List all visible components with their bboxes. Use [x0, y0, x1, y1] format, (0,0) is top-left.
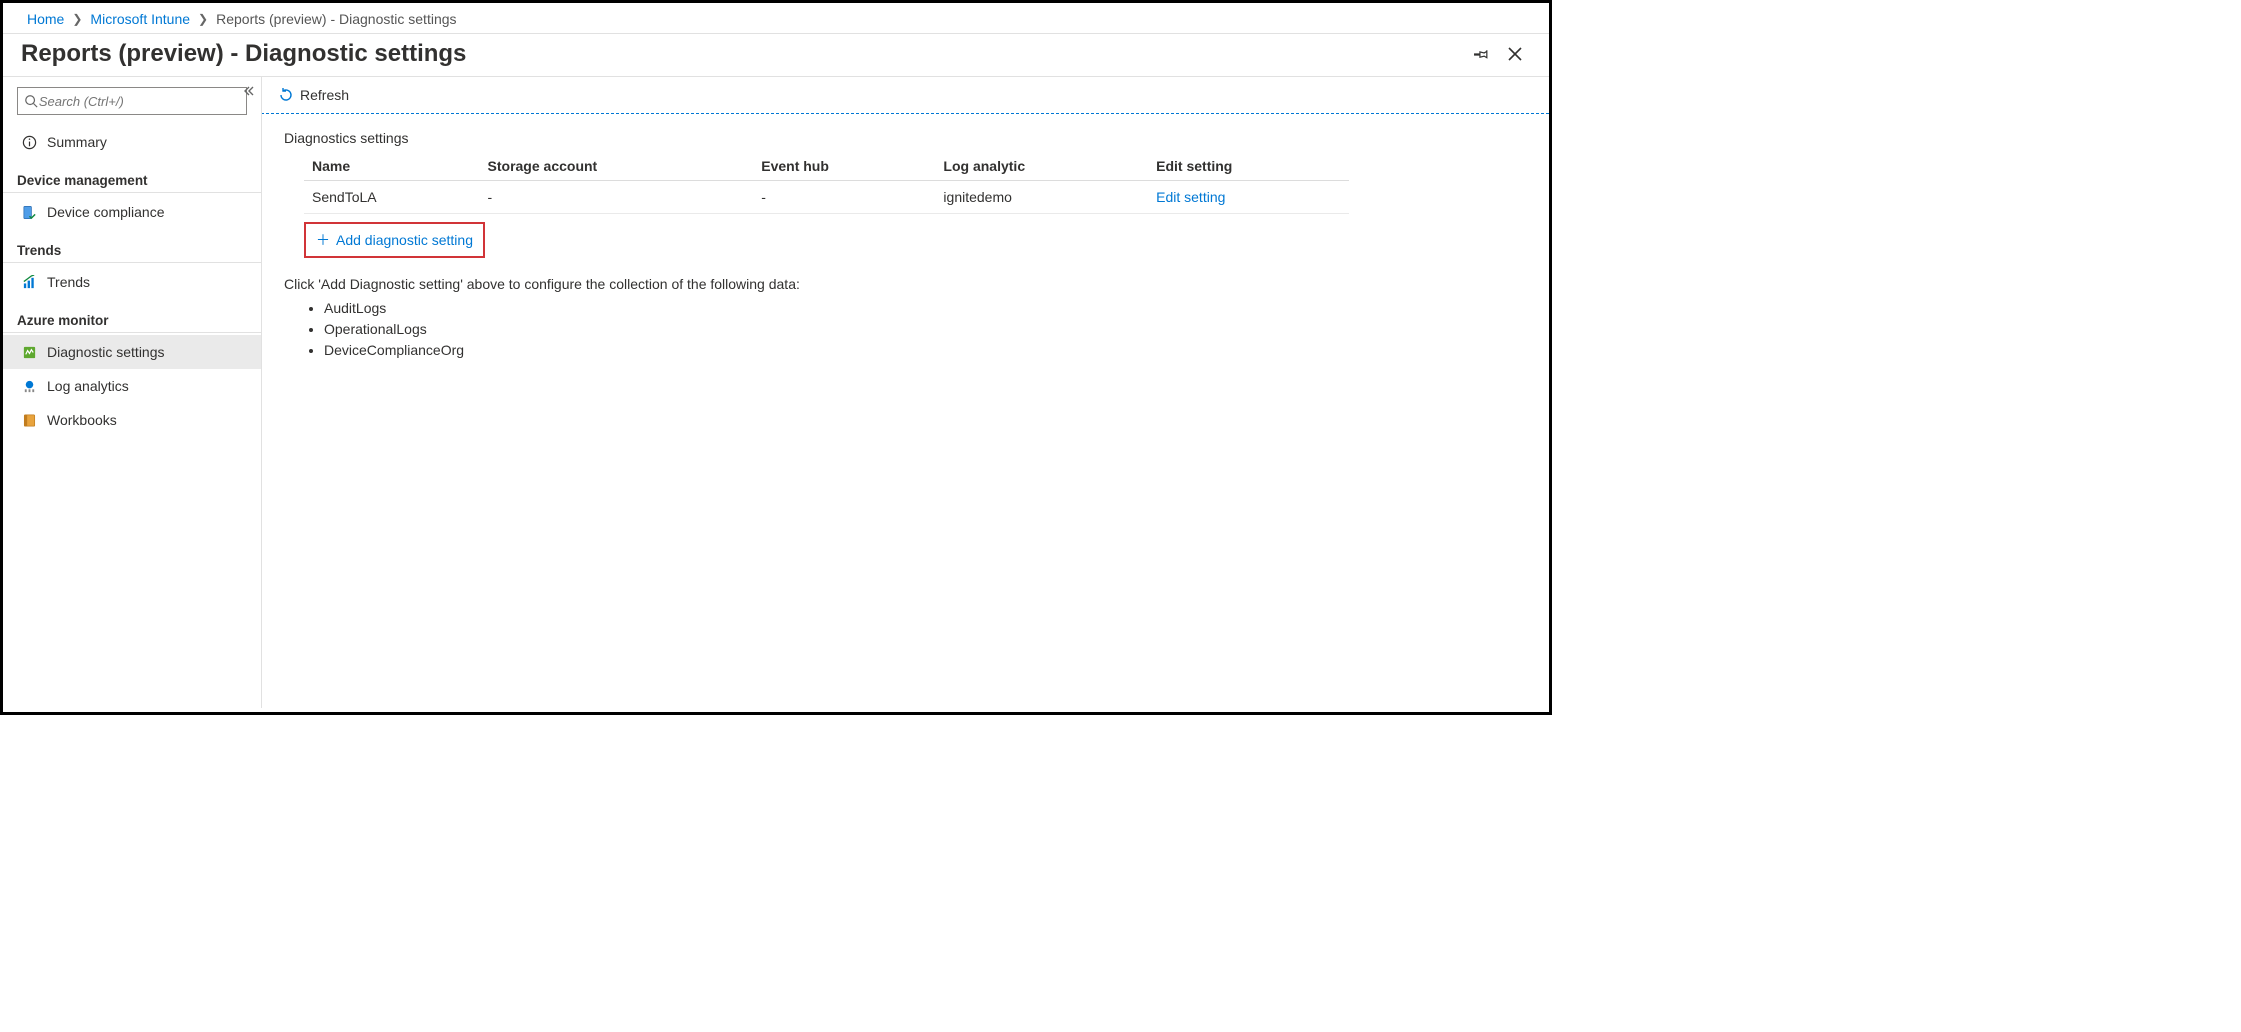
sidebar-item-log-analytics[interactable]: Log analytics: [3, 369, 261, 403]
sidebar-group-trends: Trends: [3, 229, 261, 263]
sidebar-item-label: Workbooks: [47, 412, 117, 428]
sidebar-item-label: Summary: [47, 134, 107, 150]
plus-icon: ＋: [316, 230, 330, 250]
breadcrumb-current: Reports (preview) - Diagnostic settings: [216, 11, 456, 27]
add-diagnostic-setting-button[interactable]: ＋ Add diagnostic setting: [304, 222, 485, 258]
sidebar-item-summary[interactable]: Summary: [3, 125, 261, 159]
col-storage: Storage account: [480, 152, 754, 181]
close-button[interactable]: [1501, 40, 1529, 68]
sidebar-item-label: Log analytics: [47, 378, 129, 394]
col-loganalytic: Log analytic: [935, 152, 1148, 181]
log-analytics-icon: [21, 378, 37, 394]
sidebar-item-label: Device compliance: [47, 204, 165, 220]
pin-button[interactable]: [1467, 40, 1495, 68]
trends-icon: [21, 274, 37, 290]
breadcrumb-link-home[interactable]: Home: [27, 11, 64, 27]
breadcrumb: Home ❯ Microsoft Intune ❯ Reports (previ…: [3, 3, 1549, 34]
content-pane: Refresh Diagnostics settings Name Storag…: [262, 77, 1549, 708]
device-compliance-icon: [21, 204, 37, 220]
edit-setting-link[interactable]: Edit setting: [1156, 189, 1225, 205]
refresh-icon: [278, 87, 294, 103]
sidebar: Summary Device management Device complia…: [3, 77, 262, 708]
col-name: Name: [304, 152, 480, 181]
pin-icon: [1472, 45, 1490, 63]
sidebar-item-workbooks[interactable]: Workbooks: [3, 403, 261, 437]
data-list: AuditLogs OperationalLogs DeviceComplian…: [324, 298, 1527, 361]
sidebar-item-diagnostic-settings[interactable]: Diagnostic settings: [3, 335, 261, 369]
refresh-button[interactable]: Refresh: [278, 87, 349, 103]
toolbar: Refresh: [262, 77, 1549, 113]
table-row: SendToLA - - ignitedemo Edit setting: [304, 181, 1349, 214]
search-icon: [24, 93, 39, 109]
cell-name: SendToLA: [304, 181, 480, 214]
chevron-right-icon: ❯: [72, 12, 82, 26]
sidebar-group-azure-monitor: Azure monitor: [3, 299, 261, 333]
sidebar-search[interactable]: [17, 87, 247, 115]
sidebar-group-device-management: Device management: [3, 159, 261, 193]
col-eventhub: Event hub: [753, 152, 935, 181]
search-input[interactable]: [39, 94, 240, 109]
chevron-double-left-icon: [243, 85, 255, 97]
list-item: DeviceComplianceOrg: [324, 340, 1527, 361]
sidebar-item-trends[interactable]: Trends: [3, 265, 261, 299]
page-title: Reports (preview) - Diagnostic settings: [21, 40, 1461, 68]
detail-panel: Diagnostics settings Name Storage accoun…: [261, 113, 1549, 708]
breadcrumb-link-intune[interactable]: Microsoft Intune: [90, 11, 190, 27]
cell-loganalytic: ignitedemo: [935, 181, 1148, 214]
diagnostics-table: Name Storage account Event hub Log analy…: [304, 152, 1349, 214]
collapse-sidebar-button[interactable]: [243, 85, 255, 97]
title-row: Reports (preview) - Diagnostic settings: [3, 34, 1549, 77]
workbooks-icon: [21, 412, 37, 428]
info-icon: [21, 134, 37, 150]
chevron-right-icon: ❯: [198, 12, 208, 26]
add-diagnostic-label: Add diagnostic setting: [336, 232, 473, 248]
close-icon: [1507, 46, 1523, 62]
list-item: OperationalLogs: [324, 319, 1527, 340]
diagnostic-icon: [21, 344, 37, 360]
list-item: AuditLogs: [324, 298, 1527, 319]
section-heading: Diagnostics settings: [284, 130, 1527, 146]
refresh-label: Refresh: [300, 87, 349, 103]
sidebar-item-device-compliance[interactable]: Device compliance: [3, 195, 261, 229]
cell-eventhub: -: [753, 181, 935, 214]
sidebar-item-label: Diagnostic settings: [47, 344, 165, 360]
help-text: Click 'Add Diagnostic setting' above to …: [284, 276, 1527, 292]
col-edit: Edit setting: [1148, 152, 1349, 181]
sidebar-item-label: Trends: [47, 274, 90, 290]
cell-storage: -: [480, 181, 754, 214]
